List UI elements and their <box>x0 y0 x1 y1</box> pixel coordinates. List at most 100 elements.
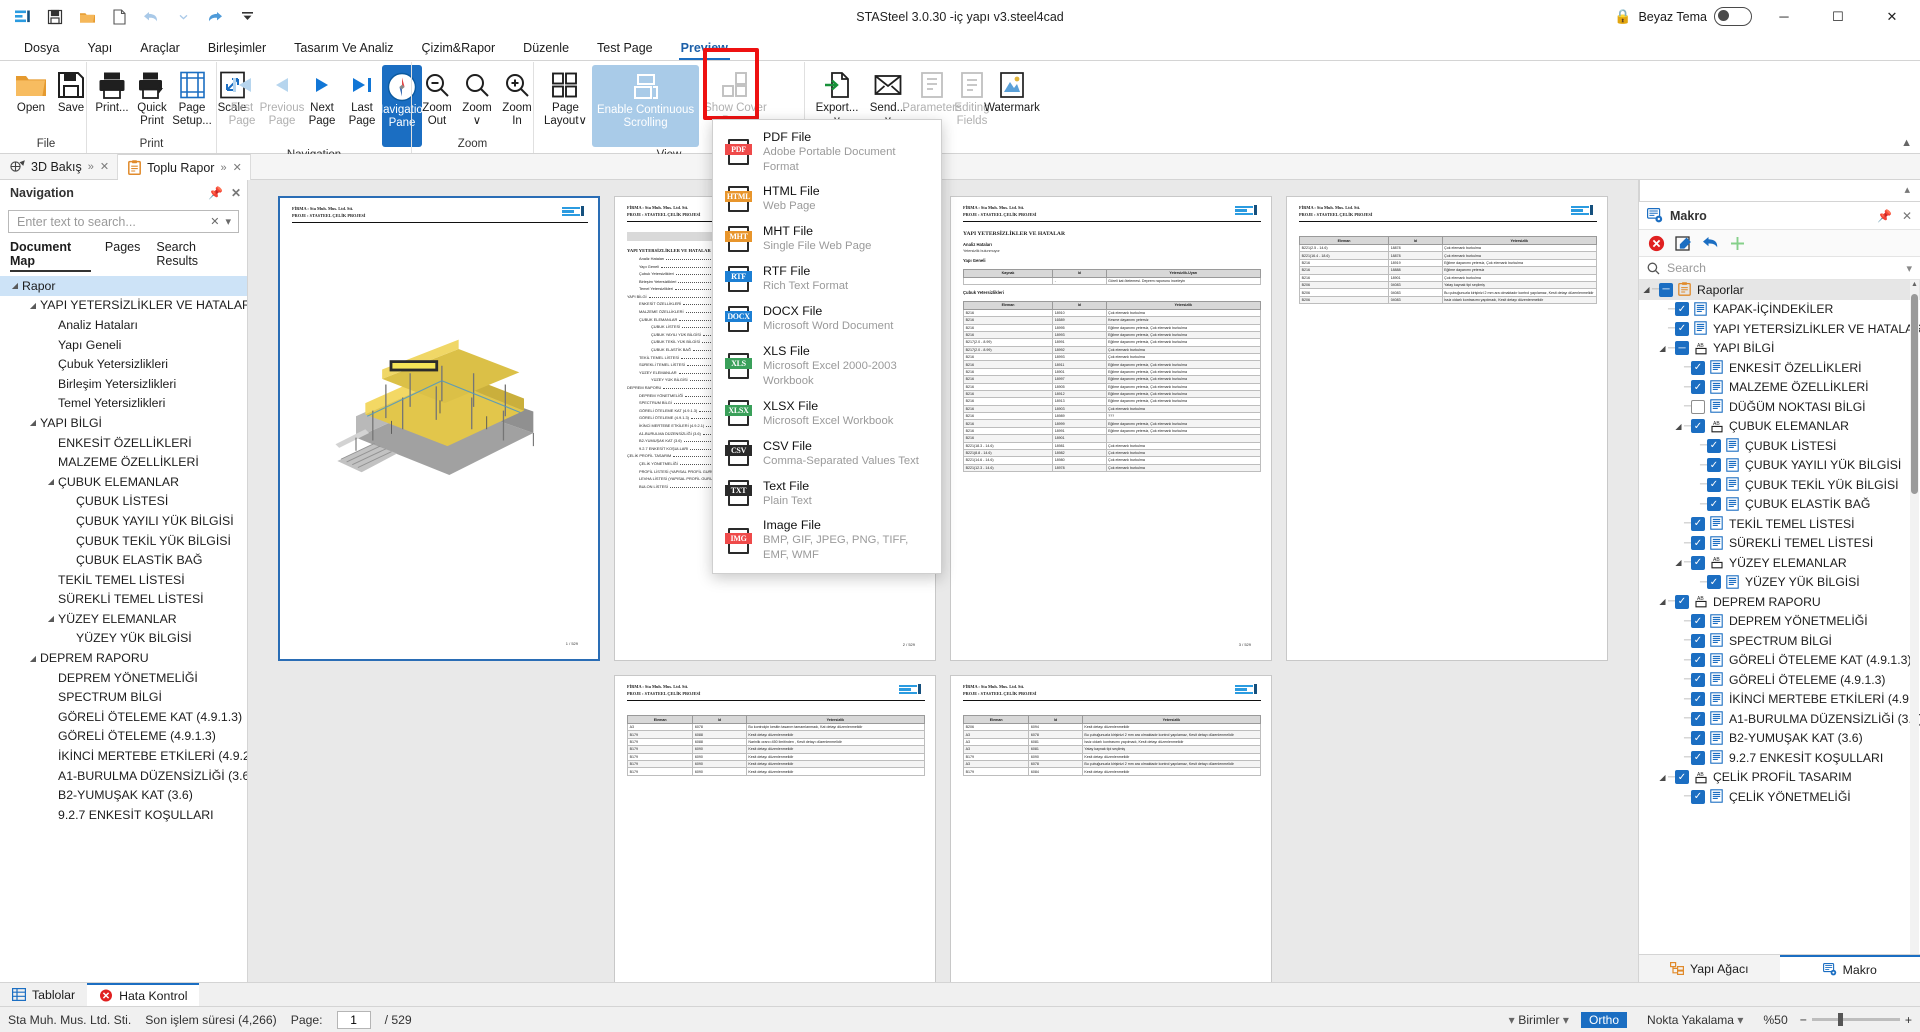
pin-icon[interactable]: 📌 <box>1877 209 1892 223</box>
checkbox[interactable]: ✓ <box>1691 653 1705 667</box>
ortho-toggle[interactable]: Ortho <box>1581 1012 1627 1028</box>
document-map-node[interactable]: ◢SÜREKLİ TEMEL LİSTESİ <box>0 590 247 610</box>
checkbox[interactable]: ✓ <box>1691 634 1705 648</box>
tab-cizim-rapor[interactable]: Çizim&Rapor <box>408 39 510 60</box>
next-page-button[interactable]: Next Page <box>302 65 342 130</box>
makro-tree-node[interactable]: ◢─✓SPECTRUM BİLGİ <box>1639 631 1920 651</box>
makro-tree-node[interactable]: ◢─✓ÇUBUK YAYILI YÜK BİLGİSİ <box>1639 456 1920 476</box>
clear-icon[interactable]: ✕ <box>207 215 222 228</box>
checkbox[interactable]: ✓ <box>1707 458 1721 472</box>
makro-tree-node[interactable]: ◢─✓ÇUBUK LİSTESİ <box>1639 436 1920 456</box>
makro-tree-node[interactable]: ◢──Raporlar <box>1639 280 1920 300</box>
close-button[interactable]: ✕ <box>1870 1 1914 33</box>
undo-macro-button[interactable] <box>1702 235 1719 251</box>
checkbox[interactable]: ✓ <box>1691 361 1705 375</box>
makro-tree-node[interactable]: ◢─✓GÖRELİ ÖTELEME KAT (4.9.1.3) <box>1639 651 1920 671</box>
makro-tree-node[interactable]: ◢─✓SÜREKLİ TEMEL LİSTESİ <box>1639 534 1920 554</box>
pin-icon[interactable]: 📌 <box>208 186 223 200</box>
zoom-in-button[interactable]: Zoom In <box>497 65 537 130</box>
preview-page-1[interactable]: FİRMA : Sta Muh. Mus. Ltd. Sti. PROJE : … <box>278 196 600 661</box>
tab-yapi-agaci[interactable]: Yapı Ağacı <box>1639 955 1780 982</box>
makro-scrollbar[interactable]: ▲ <box>1910 280 1919 954</box>
theme-switch[interactable]: 🔒 Beyaz Tema <box>1614 7 1752 26</box>
makro-search[interactable]: ▾ <box>1639 257 1920 280</box>
units-dropdown[interactable]: ▾ Birimler ▾ <box>1509 1013 1569 1027</box>
export-csv-menu-item[interactable]: CSVCSV FileComma-Separated Values Text <box>713 433 941 473</box>
makro-tree-node[interactable]: ◢─✓GÖRELİ ÖTELEME (4.9.1.3) <box>1639 670 1920 690</box>
zoom-dropdown-button[interactable]: Zoom ∨ <box>457 65 497 130</box>
preview-page-5[interactable]: FİRMA : Sta Muh. Mus. Ltd. Sti. PROJE : … <box>614 675 936 982</box>
page-layout-button[interactable]: Page Layout∨ <box>539 65 592 130</box>
export-xlsx-menu-item[interactable]: XLSXXLSX FileMicrosoft Excel Workbook <box>713 393 941 433</box>
zoom-slider[interactable]: − + <box>1800 1013 1912 1027</box>
expand-arrow-icon[interactable]: ◢ <box>1641 285 1652 294</box>
makro-tree-node[interactable]: ◢─✓ABDEPREM RAPORU <box>1639 592 1920 612</box>
new-document-icon[interactable] <box>104 4 134 30</box>
makro-tree-node[interactable]: ◢─✓DEPREM YÖNETMELİĞİ <box>1639 612 1920 632</box>
previous-page-button[interactable]: Previous Page <box>262 65 302 130</box>
export-html-menu-item[interactable]: HTMLHTML FileWeb Page <box>713 179 941 219</box>
export-mht-menu-item[interactable]: MHTMHT FileSingle File Web Page <box>713 219 941 259</box>
document-map-node[interactable]: ◢DEPREM RAPORU <box>0 648 247 668</box>
close-icon[interactable]: ✕ <box>231 186 241 200</box>
delete-macro-button[interactable] <box>1648 235 1665 252</box>
watermark-button[interactable]: Watermark <box>992 65 1032 117</box>
checkbox[interactable]: ✓ <box>1691 536 1705 550</box>
search-input[interactable] <box>17 215 207 229</box>
checkbox[interactable]: ✓ <box>1691 614 1705 628</box>
tab-tablolar[interactable]: Tablolar <box>0 983 87 1006</box>
checkbox[interactable]: ✓ <box>1691 712 1705 726</box>
quick-print-button[interactable]: Quick Print <box>132 65 172 130</box>
makro-tree-node[interactable]: ◢─✓YAPI YETERSİZLİKLER VE HATALAR <box>1639 319 1920 339</box>
makro-tree-node[interactable]: ◢─✓ABÇUBUK ELEMANLAR <box>1639 417 1920 437</box>
makro-tree-node[interactable]: ◢─✓YÜZEY YÜK BİLGİSİ <box>1639 573 1920 593</box>
export-xls-menu-item[interactable]: XLSXLS FileMicrosoft Excel 2000-2003 Wor… <box>713 339 941 393</box>
chevron-down-icon[interactable]: ▾ <box>222 215 234 228</box>
expand-arrow-icon[interactable]: ◢ <box>1673 558 1684 567</box>
document-map-node[interactable]: ◢Yapı Geneli <box>0 335 247 355</box>
zoom-thumb[interactable] <box>1838 1013 1843 1026</box>
snap-toggle[interactable]: Nokta Yakalama ▾ <box>1639 1012 1751 1028</box>
tab-yapi[interactable]: Yapı <box>73 39 126 60</box>
edit-macro-button[interactable] <box>1675 235 1692 252</box>
document-map-node[interactable]: ◢ÇUBUK ELEMANLAR <box>0 472 247 492</box>
pin-icon[interactable]: » <box>88 161 94 173</box>
print-button[interactable]: Print... <box>92 65 132 117</box>
tab-document-map[interactable]: Document Map <box>8 238 97 272</box>
checkbox[interactable]: ✓ <box>1691 556 1705 570</box>
preview-scroll-region[interactable]: FİRMA : Sta Muh. Mus. Ltd. Sti. PROJE : … <box>248 180 1638 982</box>
page-number-input[interactable] <box>337 1011 371 1029</box>
makro-tree-node[interactable]: ◢─✓B2-YUMUŞAK KAT (3.6) <box>1639 729 1920 749</box>
document-map-node[interactable]: ◢Analiz Hataları <box>0 315 247 335</box>
makro-tree-node[interactable]: ◢─✓TEKİL TEMEL LİSTESİ <box>1639 514 1920 534</box>
page-setup-button[interactable]: Page Setup... <box>172 65 212 130</box>
makro-tree-node[interactable]: ◢─DÜĞÜM NOKTASI BİLGİ <box>1639 397 1920 417</box>
document-map-node[interactable]: ◢YAPI BİLGİ <box>0 413 247 433</box>
chevron-up-icon[interactable]: ▴ <box>1904 183 1910 196</box>
zoom-track[interactable] <box>1812 1018 1900 1021</box>
customize-qat-icon[interactable] <box>232 4 262 30</box>
undo-icon[interactable] <box>136 4 166 30</box>
tab-test-page[interactable]: Test Page <box>583 39 667 60</box>
checkbox[interactable]: ✓ <box>1691 751 1705 765</box>
document-map-node[interactable]: ◢9.2.7 ENKESİT KOŞULLARI <box>0 805 247 825</box>
theme-toggle[interactable] <box>1714 7 1752 26</box>
tab-birlesimler[interactable]: Birleşimler <box>194 39 280 60</box>
export-txt-menu-item[interactable]: TXTText FilePlain Text <box>713 473 941 513</box>
expand-arrow-icon[interactable]: ◢ <box>1673 422 1684 431</box>
document-map-node[interactable]: ◢B2-YUMUŞAK KAT (3.6) <box>0 785 247 805</box>
save-button[interactable]: Save <box>51 65 91 117</box>
checkbox[interactable]: ✓ <box>1675 302 1689 316</box>
checkbox[interactable] <box>1691 400 1705 414</box>
expand-arrow-icon[interactable]: ◢ <box>1657 344 1668 353</box>
makro-tree-node[interactable]: ◢─✓KAPAK-İÇİNDEKİLER <box>1639 300 1920 320</box>
open-folder-icon[interactable] <box>72 4 102 30</box>
makro-tree-node[interactable]: ◢─✓ABÇELİK PROFİL TASARIM <box>1639 768 1920 788</box>
undo-dropdown-icon[interactable] <box>168 4 198 30</box>
document-map-node[interactable]: ◢ÇUBUK YAYILI YÜK BİLGİSİ <box>0 511 247 531</box>
close-icon[interactable]: ✕ <box>233 161 242 174</box>
export-pdf-menu-item[interactable]: PDFPDF FileAdobe Portable Document Forma… <box>713 125 941 179</box>
checkbox[interactable]: ✓ <box>1691 419 1705 433</box>
export-rtf-menu-item[interactable]: RTFRTF FileRich Text Format <box>713 259 941 299</box>
zoom-in-button[interactable]: + <box>1905 1013 1912 1027</box>
